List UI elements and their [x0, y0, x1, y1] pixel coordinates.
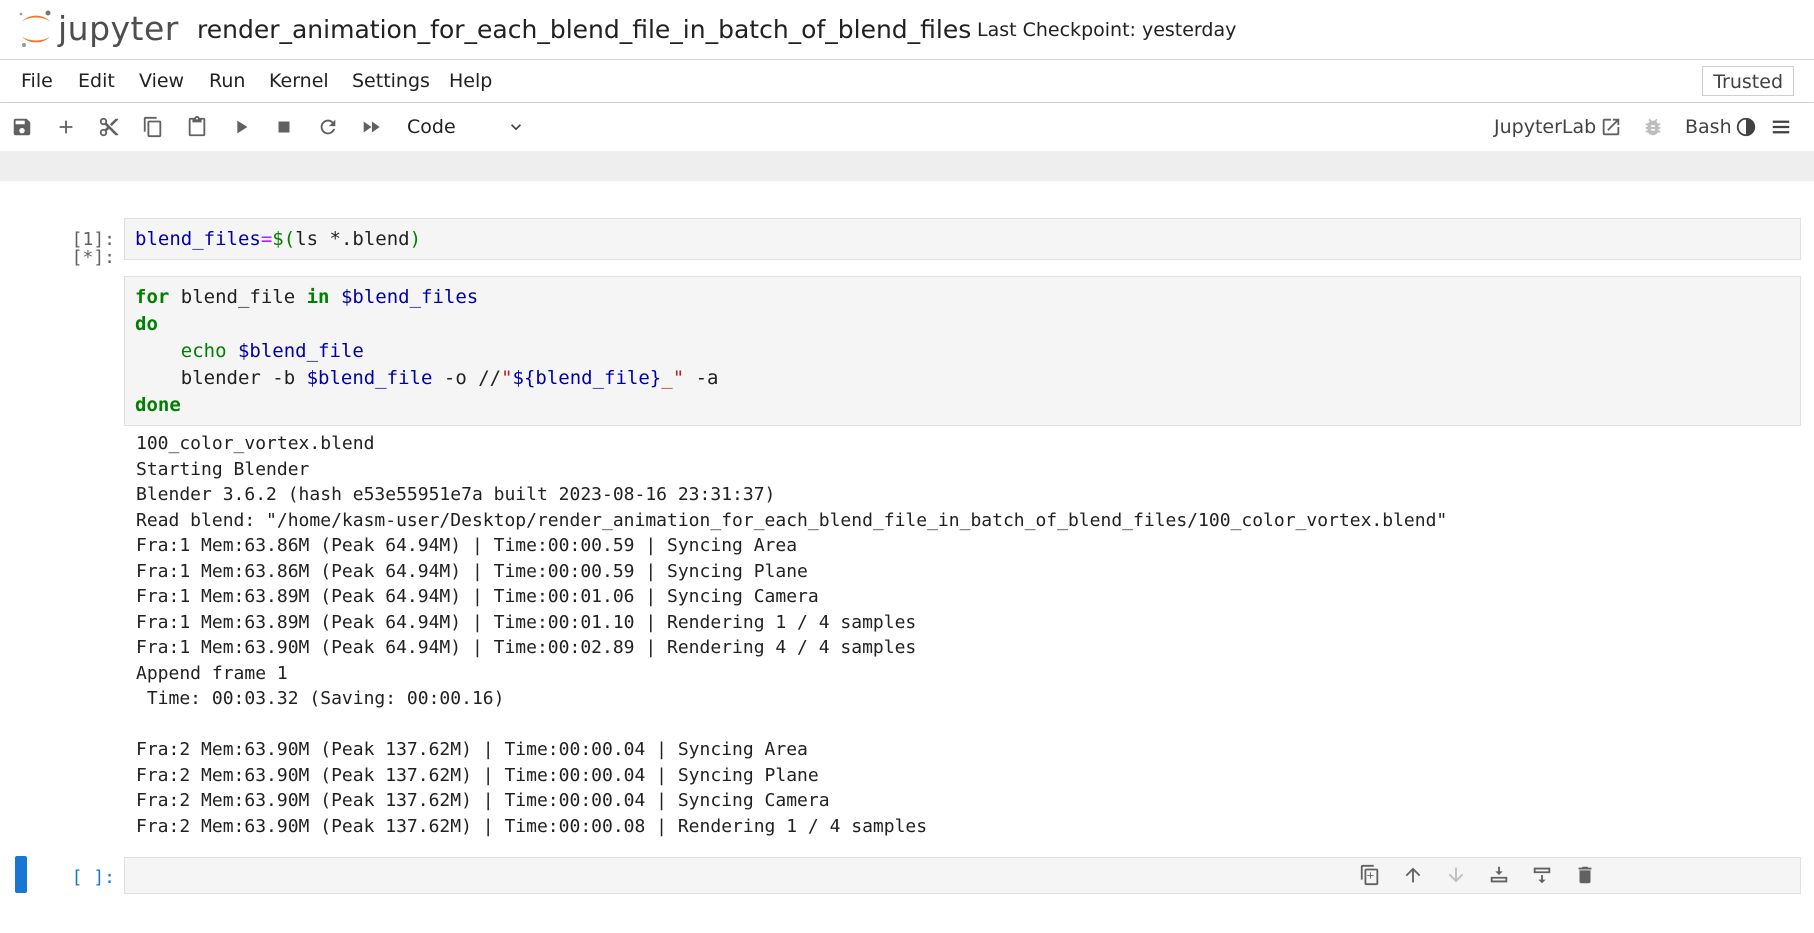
logo-text: jupyter	[58, 9, 179, 48]
duplicate-cell-button[interactable]	[1359, 864, 1381, 886]
cell-prompt: [ ]:	[71, 867, 115, 888]
move-down-icon	[1448, 867, 1464, 883]
cell-type-select[interactable]: Code	[407, 116, 456, 138]
insert-above-icon	[1490, 866, 1508, 883]
output-line: Time: 00:03.32 (Saving: 00:00.16)	[136, 688, 505, 709]
output-line: Fra:1 Mem:63.89M (Peak 64.94M) | Time:00…	[136, 611, 917, 633]
output-line: Fra:2 Mem:63.90M (Peak 137.62M) | Time:0…	[136, 815, 928, 837]
paste-icon	[188, 116, 206, 137]
open-jupyterlab-button[interactable]	[1600, 116, 1622, 138]
code-line: for blend_file in $blend_files	[135, 286, 479, 308]
delete-cell-button[interactable]	[1574, 864, 1596, 886]
output-line: Blender 3.6.2 (hash e53e55951e7a built 2…	[136, 484, 776, 505]
delete-cell-icon	[1578, 866, 1592, 884]
menu-bar: File Edit View Run Kernel Settings Help …	[0, 60, 1814, 103]
menu-icon	[1772, 120, 1790, 134]
jupyter-logo[interactable]: jupyter	[18, 8, 179, 50]
code-line: blender -b $blend_file -o //"${blend_fil…	[135, 367, 719, 389]
copy-button[interactable]	[142, 116, 164, 138]
debugger-button[interactable]	[1642, 116, 1664, 138]
toolbar-menu-button[interactable]	[1770, 116, 1792, 138]
jupyterlab-link[interactable]: JupyterLab	[1494, 116, 1596, 138]
insert-below-icon	[1533, 867, 1551, 884]
code-editor[interactable]: blend_files=$(ls *.blend)	[124, 218, 1801, 260]
code-line: blend_files=$(ls *.blend)	[135, 228, 422, 250]
notebook-panel: [1]: blend_files=$(ls *.blend) [*]: for …	[0, 181, 1814, 933]
cut-icon	[99, 117, 119, 137]
code-editor[interactable]	[124, 857, 1801, 894]
add-cell-button[interactable]	[55, 116, 77, 138]
stop-button[interactable]	[273, 116, 295, 138]
insert-below-button[interactable]	[1531, 864, 1553, 886]
jupyter-logo-icon	[19, 10, 51, 47]
output-line: Fra:1 Mem:63.86M (Peak 64.94M) | Time:00…	[136, 535, 798, 556]
output-line: Fra:2 Mem:63.90M (Peak 137.62M) | Time:0…	[136, 739, 808, 760]
stop-icon	[278, 121, 290, 133]
restart-button[interactable]	[317, 116, 339, 138]
top-header: jupyter render_animation_for_each_blend_…	[0, 0, 1814, 60]
menu-edit[interactable]: Edit	[78, 70, 115, 92]
code-editor[interactable]: for blend_file in $blend_files do echo $…	[124, 276, 1801, 426]
menu-run[interactable]: Run	[209, 70, 245, 92]
code-line: echo $blend_file	[180, 340, 364, 362]
code-line: do	[135, 313, 158, 335]
output-line: Fra:2 Mem:63.90M (Peak 137.62M) | Time:0…	[136, 764, 819, 786]
move-up-button[interactable]	[1402, 864, 1424, 886]
copy-icon	[143, 116, 162, 138]
move-down-button[interactable]	[1445, 864, 1467, 886]
duplicate-cell-icon	[1360, 864, 1379, 886]
kernel-status-icon	[1736, 117, 1756, 137]
notebook-gap	[0, 151, 1814, 181]
output-line: Fra:1 Mem:63.90M (Peak 64.94M) | Time:00…	[136, 637, 917, 658]
cell-output: 100_color_vortex.blend Starting Blender Bl…	[136, 431, 1796, 839]
menu-kernel[interactable]: Kernel	[269, 70, 329, 92]
chevron-down-icon[interactable]	[506, 116, 526, 138]
notebook-toolbar: Code JupyterLab Bash	[0, 103, 1814, 151]
run-all-button[interactable]	[360, 116, 382, 138]
external-link-icon	[1602, 118, 1620, 136]
menu-settings[interactable]: Settings	[352, 70, 430, 92]
cell-toolbar	[1338, 864, 1596, 886]
last-checkpoint: Last Checkpoint: yesterday	[977, 19, 1237, 41]
output-line: Fra:1 Mem:63.86M (Peak 64.94M) | Time:00…	[136, 560, 808, 582]
menu-file[interactable]: File	[21, 70, 53, 92]
output-line: Starting Blender	[136, 458, 310, 480]
add-cell-icon	[59, 120, 73, 134]
trusted-indicator[interactable]: Trusted	[1702, 66, 1794, 96]
cut-button[interactable]	[98, 116, 120, 138]
kernel-name[interactable]: Bash	[1685, 116, 1732, 138]
output-line: Append frame 1	[136, 662, 288, 684]
output-line: Fra:1 Mem:63.89M (Peak 64.94M) | Time:00…	[136, 586, 819, 607]
save-icon	[13, 118, 31, 136]
cell-prompt: [*]:	[71, 247, 115, 268]
menu-view[interactable]: View	[139, 70, 184, 92]
kernel-status	[1735, 116, 1757, 138]
output-line: Fra:2 Mem:63.90M (Peak 137.62M) | Time:0…	[136, 790, 830, 811]
move-up-icon	[1405, 867, 1421, 883]
output-line: 100_color_vortex.blend	[136, 433, 375, 454]
run-button[interactable]	[230, 116, 252, 138]
fast-forward-icon	[363, 121, 380, 133]
menu-help[interactable]: Help	[449, 70, 492, 92]
run-icon	[237, 120, 248, 134]
paste-button[interactable]	[186, 116, 208, 138]
bug-icon	[1645, 118, 1661, 136]
notebook-title[interactable]: render_animation_for_each_blend_file_in_…	[197, 14, 971, 46]
restart-icon	[320, 119, 336, 135]
code-line: done	[135, 394, 181, 416]
save-button[interactable]	[11, 116, 33, 138]
insert-above-button[interactable]	[1488, 864, 1510, 886]
output-line: Read blend: "/home/kasm-user/Desktop/ren…	[136, 509, 1448, 531]
